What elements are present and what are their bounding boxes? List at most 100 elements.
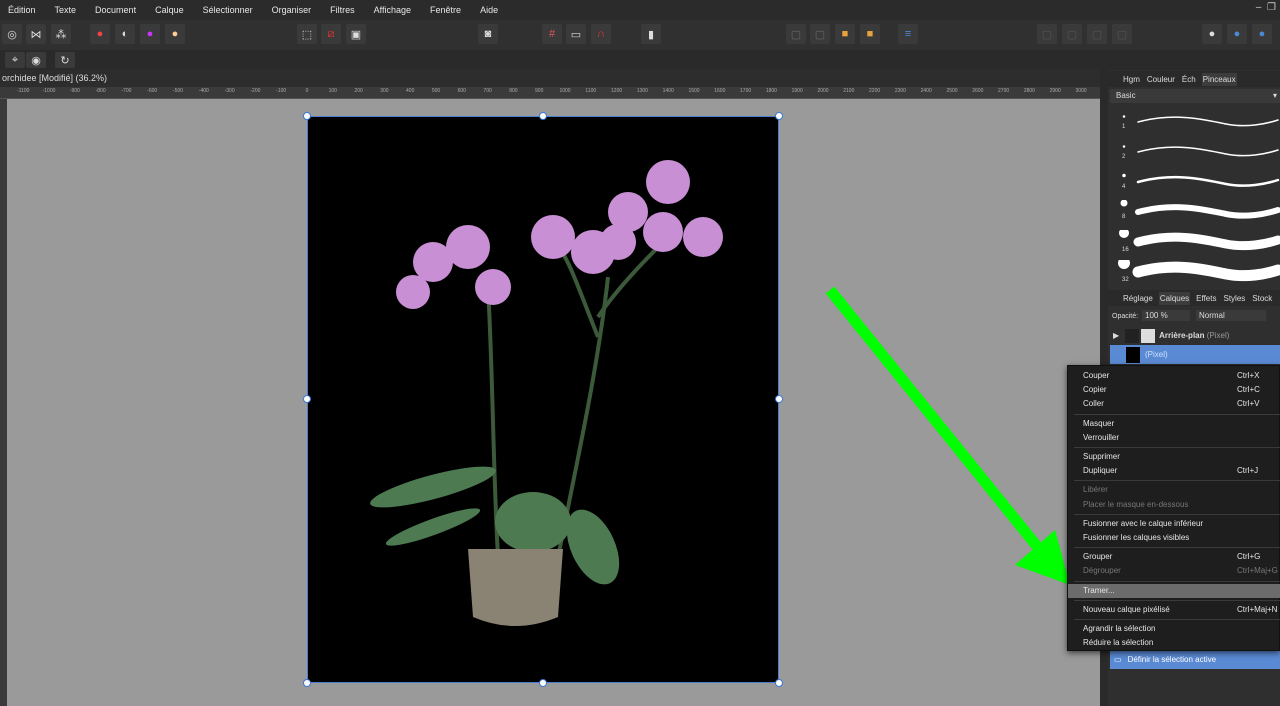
invert-selection-icon[interactable]: ▣ — [346, 24, 366, 44]
menu-item-shortcut: Ctrl+Maj+N — [1237, 604, 1278, 614]
selection-icon: ▭ — [1114, 655, 1122, 664]
snapping-options-icon[interactable]: ▭ — [566, 24, 586, 44]
arrange-backward-icon[interactable]: ▢ — [810, 24, 830, 44]
context-menu-item[interactable]: Fusionner avec le calque inférieur — [1068, 517, 1280, 531]
resize-handle[interactable] — [775, 679, 783, 687]
menu-5[interactable]: Organiser — [272, 5, 312, 15]
quick-mask-icon[interactable]: ◙ — [478, 24, 498, 44]
brush-preset[interactable]: 4 — [1116, 170, 1280, 198]
contrast-icon[interactable]: ◐ — [115, 24, 135, 44]
ruler-label: 200 — [354, 88, 363, 94]
tab-3[interactable]: Pinceaux — [1201, 72, 1237, 86]
persona-photo-icon[interactable]: ◎ — [2, 24, 22, 44]
tab-1[interactable]: Calques — [1158, 291, 1191, 305]
help-icon[interactable]: ● — [1252, 24, 1272, 44]
brush-preset[interactable]: 16 — [1116, 230, 1280, 258]
context-menu-item[interactable]: Coller Ctrl+V — [1068, 397, 1280, 411]
resize-handle[interactable] — [775, 112, 783, 120]
assistant-icon[interactable]: ▮ — [641, 24, 661, 44]
ruler-label: -1000 — [42, 88, 56, 94]
brush-category-select[interactable]: Basic ▾ — [1110, 89, 1280, 103]
boolean-intersect-icon[interactable]: ▢ — [1087, 24, 1107, 44]
boolean-subtract-icon[interactable]: ▢ — [1062, 24, 1082, 44]
menu-item-label: Couper — [1083, 371, 1110, 380]
menu-2[interactable]: Document — [95, 5, 136, 15]
context-menu-item[interactable]: Masquer — [1068, 417, 1280, 431]
boolean-xor-icon[interactable]: ▢ — [1112, 24, 1132, 44]
brush-preset[interactable]: 8 — [1116, 200, 1280, 228]
tab-2[interactable]: Éch — [1181, 73, 1197, 86]
tab-3[interactable]: Styles — [1222, 292, 1246, 305]
document-canvas[interactable] — [307, 116, 779, 683]
align-icon[interactable]: ≡ — [898, 24, 918, 44]
layer-row[interactable]: ▶ Arrière-plan (Pixel) — [1110, 326, 1280, 345]
menu-4[interactable]: Sélectionner — [203, 5, 253, 15]
context-menu-item[interactable]: Copier Ctrl+C — [1068, 383, 1280, 397]
resize-handle[interactable] — [303, 395, 311, 403]
ruler-label: 2200 — [869, 88, 881, 94]
tab-1[interactable]: Couleur — [1146, 73, 1176, 86]
brush-preset[interactable]: 1 — [1116, 110, 1280, 138]
layer-row-selected[interactable]: (Pixel) — [1110, 345, 1280, 364]
menu-8[interactable]: Fenêtre — [430, 5, 461, 15]
arrange-forward-icon[interactable]: ■ — [835, 24, 855, 44]
menu-1[interactable]: Texte — [55, 5, 77, 15]
context-menu-item[interactable]: Tramer... — [1068, 583, 1280, 598]
context-menu-item[interactable]: Dupliquer Ctrl+J — [1068, 464, 1280, 478]
context-menu-item[interactable]: Couper Ctrl+X — [1068, 369, 1280, 383]
menu-item-shortcut: Ctrl+Maj+G — [1237, 566, 1278, 576]
menu-3[interactable]: Calque — [155, 5, 184, 15]
levels-icon[interactable]: ● — [90, 24, 110, 44]
resize-handle[interactable] — [539, 112, 547, 120]
opacity-field[interactable]: 100 % — [1142, 310, 1191, 321]
menu-item-label: Nouveau calque pixélisé — [1083, 604, 1170, 614]
persona-liquify-icon[interactable]: ⋈ — [26, 24, 46, 44]
brush-preset[interactable]: 2 — [1116, 140, 1280, 168]
context-menu-item[interactable]: Nouveau calque pixélisé Ctrl+Maj+N — [1068, 603, 1280, 617]
menu-9[interactable]: Aide — [480, 5, 498, 15]
persona-export-icon[interactable]: ⁂ — [51, 24, 71, 44]
brush-preset[interactable]: 32 — [1116, 260, 1280, 288]
ruler-label: 100 — [328, 88, 337, 94]
studio-icon[interactable]: ● — [1202, 24, 1222, 44]
arrange-back-icon[interactable]: ▢ — [786, 24, 806, 44]
context-menu-item[interactable]: Fusionner les calques visibles — [1068, 531, 1280, 545]
deselect-icon[interactable]: ⧄ — [321, 24, 341, 44]
white-balance-icon[interactable]: ● — [165, 24, 185, 44]
menu-7[interactable]: Affichage — [374, 5, 411, 15]
transform-icon[interactable]: ↻ — [55, 52, 75, 68]
context-menu-item[interactable]: Réduire la sélection — [1068, 636, 1280, 650]
resize-handle[interactable] — [539, 679, 547, 687]
tab-0[interactable]: Hgm — [1122, 73, 1141, 86]
blend-mode-select[interactable]: Normal — [1195, 310, 1266, 321]
menu-0[interactable]: Édition — [8, 5, 36, 15]
menu-separator — [1074, 580, 1280, 582]
menu-6[interactable]: Filtres — [330, 5, 355, 15]
select-all-icon[interactable]: ⬚ — [297, 24, 317, 44]
eye-icon[interactable]: ◉ — [26, 52, 46, 68]
window-controls[interactable]: – ❐ — [1256, 2, 1276, 13]
grid-icon[interactable]: # — [542, 24, 562, 44]
ruler-label: 500 — [431, 88, 441, 94]
color-wheel-icon[interactable]: ● — [140, 24, 160, 44]
menu-item-label: Masquer — [1083, 418, 1115, 428]
account-icon[interactable]: ● — [1227, 24, 1247, 44]
resize-handle[interactable] — [303, 112, 311, 120]
context-menu-item[interactable]: Supprimer — [1068, 450, 1280, 464]
tab-0[interactable]: Réglage — [1122, 292, 1154, 305]
context-menu-item[interactable]: Agrandir la sélection — [1068, 622, 1280, 636]
set-active-selection-button[interactable]: ▭ Définir la sélection active — [1110, 650, 1280, 669]
document-tab[interactable]: orchidee [Modifié] (36.2%) — [0, 70, 1108, 87]
snapping-magnet-icon[interactable]: ∩ — [591, 24, 611, 44]
resize-handle[interactable] — [303, 679, 311, 687]
crosshair-icon[interactable]: ⌖ — [5, 52, 25, 68]
expand-triangle-icon[interactable]: ▶ — [1113, 331, 1119, 340]
green-arrow-annotation — [825, 286, 1070, 585]
boolean-add-icon[interactable]: ▢ — [1037, 24, 1057, 44]
tab-4[interactable]: Stock — [1251, 292, 1273, 305]
context-menu-item[interactable]: Verrouiller — [1068, 431, 1280, 445]
context-menu-item[interactable]: Grouper Ctrl+G — [1068, 550, 1280, 564]
resize-handle[interactable] — [775, 395, 783, 403]
arrange-front-icon[interactable]: ■ — [860, 24, 880, 44]
tab-2[interactable]: Effets — [1195, 292, 1217, 305]
